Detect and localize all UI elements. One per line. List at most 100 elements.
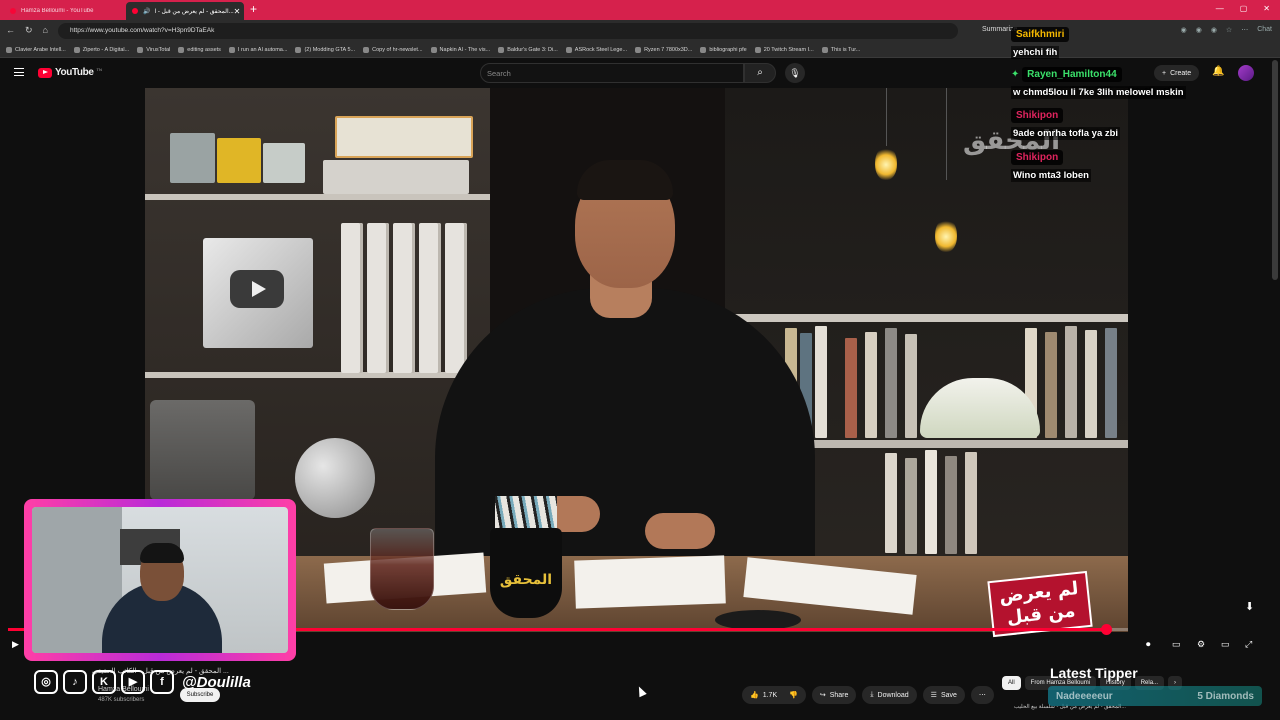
tea-glass (370, 528, 434, 610)
notifications-bell-icon[interactable]: 🔔 (1212, 66, 1224, 77)
maximize-icon[interactable]: ▢ (1240, 4, 1248, 13)
nav-buttons: ← ↻ ⌂ (6, 25, 48, 36)
bookmark-item[interactable]: ASRock Steel Lege... (565, 46, 627, 53)
bookmark-label: Clavier Arabe Intell... (15, 46, 66, 53)
back-icon[interactable]: ← (6, 25, 15, 36)
search-icon: ⌕ (757, 67, 763, 78)
bookmark-favicon-icon (700, 46, 707, 53)
streamer-webcam-frame (24, 499, 296, 661)
bookmark-favicon-icon (6, 46, 12, 53)
autoplay-toggle-icon[interactable]: ⏺ (1146, 639, 1151, 650)
hamburger-menu-icon[interactable] (14, 68, 24, 76)
download-icon: ⤓ (870, 691, 874, 698)
search-input[interactable]: Search (480, 63, 744, 83)
binder (393, 223, 415, 373)
extension-icon[interactable]: ◉ (1211, 26, 1217, 34)
bookmark-favicon-icon (228, 46, 235, 53)
tipper-amount: 5 Diamonds (1197, 690, 1254, 702)
streamer-socials: ◎ ♪ K ▶ f @Doulilla (34, 670, 251, 694)
bookmark-item[interactable]: 20 Twitch Stream I... (754, 46, 814, 53)
fullscreen-icon[interactable]: ⤢ (1245, 639, 1252, 650)
bookmark-favicon-icon (137, 46, 144, 53)
shelf (725, 314, 1128, 322)
book (815, 326, 827, 438)
bookmark-label: editing assets (187, 46, 221, 53)
bookmark-favicon-icon (73, 46, 80, 53)
lamp-cord (886, 88, 887, 146)
download-label: Download (877, 691, 909, 699)
latest-tipper-box: Nadeeeeeur 5 Diamonds (1048, 686, 1262, 706)
reload-icon[interactable]: ↻ (25, 25, 33, 36)
bookmark-favicon-icon (635, 46, 642, 53)
screen: Hamza Belloumi - YouTube 🔊 المحقق - لم ي… (0, 0, 1280, 720)
voice-search-icon[interactable]: 🎙 (785, 63, 805, 83)
download-button[interactable]: ⤓ Download (862, 686, 917, 704)
storage-box (263, 143, 305, 183)
bookmark-item[interactable]: Ziperto - A Digital... (73, 46, 129, 53)
latest-tipper-title: Latest Tipper (1050, 665, 1138, 681)
chip-all[interactable]: All (1002, 676, 1021, 690)
progress-scrubber[interactable] (1100, 624, 1112, 635)
bookmark-item[interactable]: I run an AI automa... (228, 46, 287, 53)
home-icon[interactable]: ⌂ (43, 25, 48, 36)
bookmark-item[interactable]: VirusTotal (137, 46, 170, 53)
bookmark-item[interactable]: Clavier Arabe Intell... (6, 46, 66, 53)
theater-mode-icon[interactable]: ▭ (1221, 639, 1230, 650)
url-field[interactable]: https://www.youtube.com/watch?v=H3pn9DTa… (58, 23, 958, 39)
miniplayer-icon[interactable]: ⬇ (1245, 600, 1254, 613)
extension-icon[interactable]: ◉ (1181, 26, 1187, 34)
bookmark-item[interactable]: Ryzen 7 7800x3D... (635, 46, 692, 53)
subtitles-icon[interactable]: ▭ (1172, 639, 1181, 650)
more-actions-button[interactable]: ⋯ (970, 686, 994, 704)
bookmark-item[interactable]: (2) Modding GTA 5... (295, 46, 355, 53)
share-button[interactable]: ↪ Share (811, 686, 857, 704)
browser-tab-active[interactable]: 🔊 المحقق - لم يعرض من قبل - ا... ✕ (126, 2, 244, 20)
page-scrollbar[interactable] (1272, 60, 1278, 280)
mouse-cursor-icon (635, 684, 647, 698)
close-tab-icon[interactable]: ✕ (234, 7, 241, 16)
bookmark-label: bibliographi pfe (709, 46, 747, 53)
bookmark-favicon-icon (565, 46, 572, 53)
star-icon[interactable]: ☆ (1226, 26, 1232, 34)
bookmark-label: Copy of hr-newslet... (372, 46, 423, 53)
close-window-icon[interactable]: ✕ (1263, 4, 1270, 13)
video-actions: 👍 1.7K 👎 ↪ Share ⤓ Download ☰ Save ⋯ (742, 686, 994, 704)
silver-play-button-plaque (203, 238, 313, 348)
chat-message: Shikipon Wino mta3 loben (1011, 147, 1091, 183)
like-button[interactable]: 👍 1.7K 👎 (742, 686, 806, 704)
share-icon: ↪ (819, 692, 826, 699)
bookmark-item[interactable]: This is Tur... (821, 46, 860, 53)
binder (419, 223, 441, 373)
next-video-item[interactable]: المحقق - لم يعرض من قبل - سلسلة بيع الحل… (1014, 704, 1254, 720)
youtube-logo[interactable]: YouTube TN (38, 67, 102, 78)
youtube-icon: ▶ (121, 670, 145, 694)
country-code: TN (96, 67, 102, 72)
speaker-icon: 🔊 (143, 8, 151, 15)
kick-icon: K (92, 670, 116, 694)
extension-icon[interactable]: ◉ (1196, 26, 1202, 34)
play-icon[interactable]: ▶ (12, 639, 19, 650)
minimize-icon[interactable]: — (1216, 4, 1224, 13)
chat-button[interactable]: Chat (1257, 26, 1272, 34)
bookmark-item[interactable]: Copy of hr-newslet... (363, 46, 423, 53)
magnifying-glass (715, 610, 801, 630)
dislike-icon[interactable]: 👎 (789, 691, 798, 699)
tiktok-icon: ♪ (63, 670, 87, 694)
like-count: 1.7K (762, 691, 778, 699)
settings-gear-icon[interactable]: ⚙ (1197, 639, 1205, 650)
new-tab-button[interactable]: + (250, 2, 257, 16)
bookmark-item[interactable]: Napkin AI - The vis... (430, 46, 491, 53)
binder (367, 223, 389, 373)
bookmark-item[interactable]: Baldur's Gate 3: Di... (498, 46, 558, 53)
account-avatar[interactable] (1238, 65, 1254, 81)
browser-tab[interactable]: Hamza Belloumi - YouTube (4, 2, 124, 20)
bookmark-label: Napkin AI - The vis... (439, 46, 491, 53)
presenter-hair (577, 160, 673, 200)
menu-icon[interactable]: ⋯ (1241, 26, 1248, 34)
search-button[interactable]: ⌕ (744, 63, 776, 83)
book (885, 453, 897, 553)
bookmark-item[interactable]: bibliographi pfe (700, 46, 747, 53)
save-button[interactable]: ☰ Save (922, 686, 965, 704)
tab-label: Hamza Belloumi - YouTube (21, 8, 94, 14)
bookmark-item[interactable]: editing assets (178, 46, 221, 53)
